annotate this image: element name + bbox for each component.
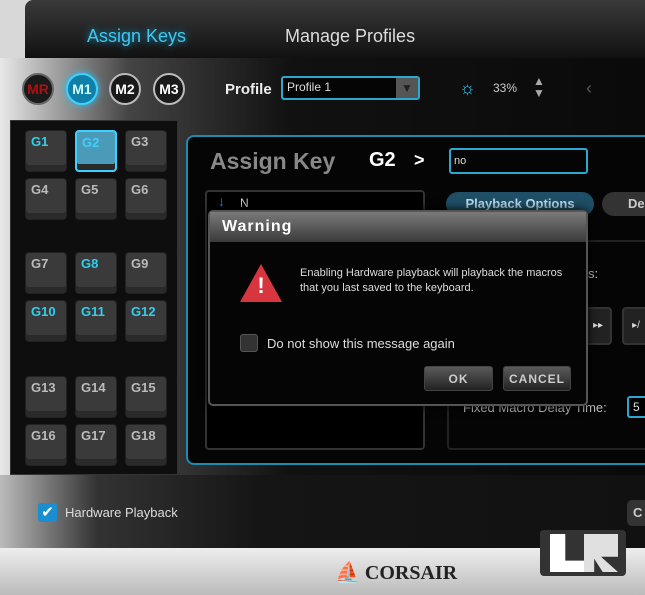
hardware-playback-label: Hardware Playback xyxy=(65,505,178,520)
gkey-g9[interactable]: G9 xyxy=(125,252,167,294)
gkey-g3[interactable]: G3 xyxy=(125,130,167,172)
mode-m2-button[interactable]: M2 xyxy=(109,73,141,105)
corsair-logo: ⛵ CORSAIR xyxy=(335,562,458,584)
gkey-g7[interactable]: G7 xyxy=(25,252,67,294)
assign-key-title: Assign Key xyxy=(210,148,336,174)
gkey-g4[interactable]: G4 xyxy=(25,178,67,220)
brightness-value: 33% xyxy=(493,81,518,95)
warning-dialog: Warning ! Enabling Hardware playback wil… xyxy=(208,210,588,406)
gkey-g5[interactable]: G5 xyxy=(75,178,117,220)
gkey-g11[interactable]: G11 xyxy=(75,300,117,342)
playback-mode-icon[interactable]: ▸▸ xyxy=(584,307,612,345)
brightness-icon: ☼ xyxy=(459,78,476,98)
mode-m3-button[interactable]: M3 xyxy=(153,73,185,105)
gkey-g12[interactable]: G12 xyxy=(125,300,167,342)
gkey-g6[interactable]: G6 xyxy=(125,178,167,220)
mode-m1-button[interactable]: M1 xyxy=(66,73,98,105)
playback-toggle-icon[interactable]: ▸/ xyxy=(622,307,645,345)
profile-value: Profile 1 xyxy=(287,80,332,94)
dont-show-again-checkbox[interactable] xyxy=(240,334,258,352)
settings-label: s: xyxy=(588,266,599,281)
gkey-g10[interactable]: G10 xyxy=(25,300,67,342)
brightness-stepper-icon[interactable]: ▲ ▼ xyxy=(533,75,545,99)
tab-manage-profiles[interactable]: Manage Profiles xyxy=(285,26,415,47)
chevron-right-icon: > xyxy=(414,150,425,170)
c-button[interactable]: C xyxy=(627,500,645,526)
hardware-playback-checkbox[interactable]: ✔ xyxy=(38,503,57,522)
assigned-key: G2 xyxy=(369,149,396,171)
macro-name-input[interactable]: no xyxy=(449,148,588,174)
gkey-g17[interactable]: G17 xyxy=(75,424,117,466)
gkey-g18[interactable]: G18 xyxy=(125,424,167,466)
gkey-g8[interactable]: G8 xyxy=(75,252,117,294)
gkey-g16[interactable]: G16 xyxy=(25,424,67,466)
ok-button[interactable]: OK xyxy=(424,366,493,391)
gkey-panel xyxy=(10,120,178,475)
warning-icon: ! xyxy=(240,264,282,302)
dialog-message: Enabling Hardware playback will playback… xyxy=(300,267,563,294)
gkey-g14[interactable]: G14 xyxy=(75,376,117,418)
gkey-g13[interactable]: G13 xyxy=(25,376,67,418)
profile-label: Profile xyxy=(225,81,272,98)
de-button[interactable]: De xyxy=(602,192,645,216)
cancel-button[interactable]: CANCEL xyxy=(503,366,571,391)
profile-select[interactable]: Profile 1 ▼ xyxy=(281,76,420,100)
gkey-g15[interactable]: G15 xyxy=(125,376,167,418)
top-tab-bar: Assign Keys Manage Profiles xyxy=(25,0,645,58)
dialog-title: Warning xyxy=(210,212,586,242)
macro-entry[interactable]: N xyxy=(240,196,249,210)
gkey-g1[interactable]: G1 xyxy=(25,130,67,172)
mode-mr-button[interactable]: MR xyxy=(22,73,54,105)
dropdown-arrow-icon[interactable]: ▼ xyxy=(396,78,418,98)
delay-input[interactable]: 5 xyxy=(627,396,645,418)
watermark-logo xyxy=(540,530,626,576)
gkey-g2[interactable]: G2 xyxy=(75,130,117,172)
tab-assign-keys[interactable]: Assign Keys xyxy=(87,26,186,47)
dont-show-again-label[interactable]: Do not show this message again xyxy=(267,336,455,351)
back-arrow-icon[interactable]: ‹ xyxy=(586,78,592,99)
key-down-icon: ↓ xyxy=(218,193,225,209)
